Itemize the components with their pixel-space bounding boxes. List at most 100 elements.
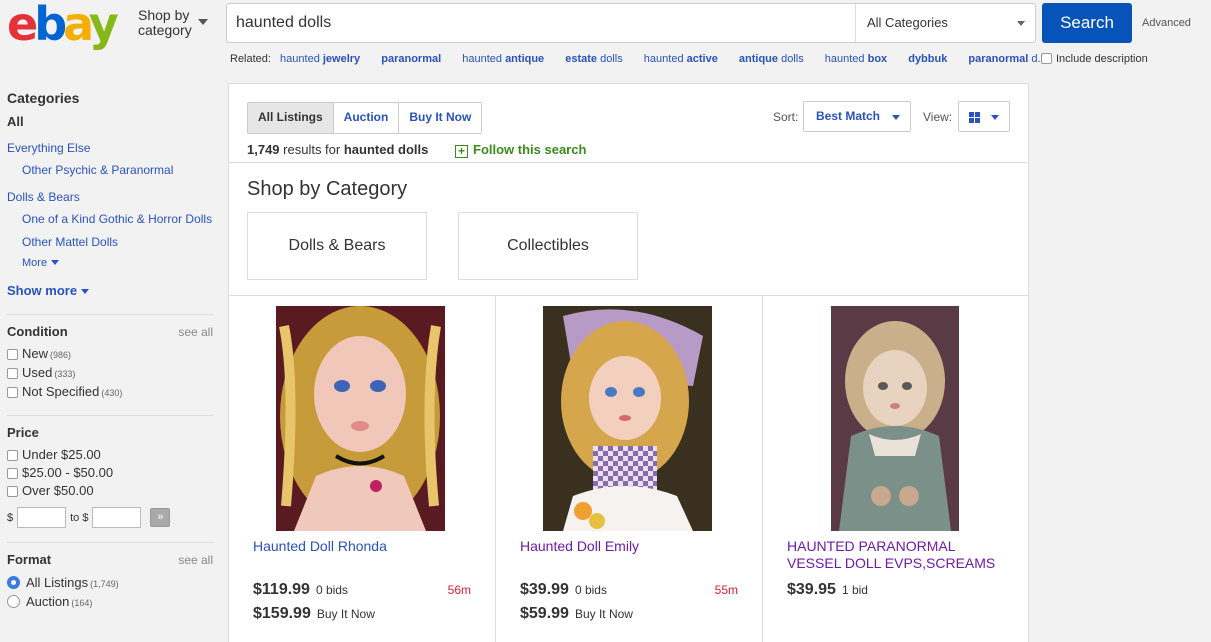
category-gothic-horror-dolls[interactable]: One of a Kind Gothic & Horror Dolls	[7, 212, 213, 227]
checkbox[interactable]	[7, 468, 18, 479]
listing-title[interactable]: HAUNTED PARANORMAL VESSEL DOLL EVPS,SCRE…	[787, 538, 1007, 572]
radio-selected[interactable]	[7, 576, 20, 589]
search-input[interactable]	[227, 4, 855, 42]
show-more-link[interactable]: Show more	[7, 283, 213, 298]
category-other-psychic-paranormal[interactable]: Other Psychic & Paranormal	[7, 163, 213, 178]
view-label: View:	[923, 110, 953, 124]
checkbox[interactable]	[1041, 53, 1052, 64]
shop-by-category-button[interactable]: Shop by category	[138, 8, 192, 38]
related-link[interactable]: haunted antique	[462, 53, 544, 65]
follow-search-link[interactable]: + Follow this search	[455, 142, 586, 158]
logo-letter-a: a	[63, 0, 93, 51]
chevron-down-icon	[1017, 21, 1025, 26]
listing-image[interactable]	[543, 306, 712, 531]
plus-icon: +	[455, 145, 468, 158]
category-card-collectibles[interactable]: Collectibles	[458, 212, 638, 280]
include-description-label: Include description	[1056, 53, 1148, 65]
listing-buy-it-now-price: $59.99 Buy It Now	[520, 605, 633, 622]
checkbox[interactable]	[7, 450, 18, 461]
advanced-search-link[interactable]: Advanced	[1142, 17, 1191, 29]
chevron-down-icon	[81, 289, 90, 294]
search-button[interactable]: Search	[1042, 3, 1132, 43]
tab-buy-it-now[interactable]: Buy It Now	[398, 103, 482, 133]
format-see-all[interactable]: see all	[178, 553, 213, 567]
format-option-auction[interactable]: Auction (164)	[7, 595, 213, 610]
related-link[interactable]: haunted box	[825, 53, 887, 65]
sort-label: Sort:	[773, 110, 799, 124]
sort-dropdown[interactable]: Best Match	[803, 101, 911, 132]
checkbox[interactable]	[7, 368, 18, 379]
checkbox[interactable]	[7, 387, 18, 398]
related-link[interactable]: paranormal	[381, 53, 441, 65]
related-link[interactable]: haunted active	[644, 53, 718, 65]
show-more-label: Show more	[7, 283, 78, 298]
category-everything-else[interactable]: Everything Else	[7, 141, 213, 155]
checkbox[interactable]	[7, 486, 18, 497]
divider	[7, 314, 213, 315]
grid-view-icon	[969, 112, 980, 123]
chevron-down-icon	[51, 260, 60, 265]
listing-image[interactable]	[276, 306, 445, 531]
dollar-label: $	[7, 511, 14, 524]
category-select-value: All Categories	[867, 15, 948, 30]
shop-by-category-title: Shop by Category	[247, 178, 408, 200]
condition-see-all[interactable]: see all	[178, 325, 213, 339]
tab-all-listings[interactable]: All Listings	[248, 103, 333, 133]
condition-option-not-specified[interactable]: Not Specified (430)	[7, 385, 213, 400]
to-label: to $	[70, 511, 89, 524]
price-option-over-50[interactable]: Over $50.00	[7, 484, 213, 498]
chevron-down-icon	[991, 115, 999, 120]
divider	[7, 415, 213, 416]
price-option-under-25[interactable]: Under $25.00	[7, 448, 213, 462]
search-bar: All Categories	[226, 3, 1036, 43]
category-all: All	[7, 114, 24, 129]
category-select[interactable]: All Categories	[855, 4, 1035, 42]
radio[interactable]	[7, 595, 20, 608]
results-count: 1,749 results for haunted dolls	[247, 142, 429, 157]
shop-by-line1: Shop by	[138, 7, 190, 23]
condition-title: Condition	[7, 324, 68, 339]
chevron-down-icon[interactable]	[198, 19, 208, 25]
view-dropdown[interactable]	[958, 101, 1010, 132]
related-link[interactable]: estate dolls	[565, 53, 622, 65]
listing-price: $39.99 0 bids	[520, 581, 607, 598]
logo-letter-e: e	[7, 0, 38, 51]
max-price-input[interactable]	[92, 507, 142, 528]
listing-title[interactable]: Haunted Doll Emily	[520, 538, 740, 555]
condition-option-new[interactable]: New (986)	[7, 347, 213, 362]
listing-buy-it-now-price: $159.99 Buy It Now	[253, 605, 375, 622]
category-dolls-bears[interactable]: Dolls & Bears	[7, 190, 213, 204]
category-more-link[interactable]: More	[7, 256, 213, 271]
related-link[interactable]: haunted jewelry	[280, 53, 360, 65]
condition-option-used[interactable]: Used (333)	[7, 366, 213, 381]
results-panel: All Listings Auction Buy It Now Sort: Be…	[228, 83, 1029, 642]
related-label: Related:	[230, 53, 271, 65]
related-link[interactable]: dybbuk	[908, 53, 947, 65]
category-other-mattel-dolls[interactable]: Other Mattel Dolls	[7, 235, 213, 250]
logo-letter-y: y	[88, 0, 119, 51]
format-title: Format	[7, 552, 52, 567]
format-option-all-listings[interactable]: All Listings (1,749)	[7, 576, 213, 591]
related-link[interactable]: antique dolls	[739, 53, 804, 65]
price-option-25-50[interactable]: $25.00 - $50.00	[7, 466, 213, 480]
time-left: 56m	[447, 583, 471, 597]
include-description-checkbox[interactable]: Include description	[1041, 53, 1148, 65]
checkbox[interactable]	[7, 349, 18, 360]
categories-title: Categories	[7, 90, 80, 106]
ebay-logo[interactable]: ebay	[7, 0, 127, 48]
category-card-dolls-bears[interactable]: Dolls & Bears	[247, 212, 427, 280]
min-price-input[interactable]	[17, 507, 67, 528]
sort-value: Best Match	[816, 109, 881, 123]
time-left: 55m	[714, 583, 738, 597]
listing-title[interactable]: Haunted Doll Rhonda	[253, 538, 473, 555]
listing-image[interactable]	[831, 306, 959, 531]
listing-price: $119.99 0 bids	[253, 581, 348, 598]
related-searches: Related: haunted jewelry paranormal haun…	[230, 53, 1047, 65]
related-link[interactable]: paranormal d...	[968, 53, 1046, 65]
divider	[229, 162, 1028, 163]
listing-price: $39.95 1 bid	[787, 581, 868, 598]
tab-auction[interactable]: Auction	[332, 103, 399, 133]
shop-by-line2: category	[138, 22, 192, 38]
listing-card: Haunted Doll Emily $39.99 0 bids 55m $59.…	[496, 296, 763, 642]
price-submit-button[interactable]: »	[150, 508, 171, 527]
